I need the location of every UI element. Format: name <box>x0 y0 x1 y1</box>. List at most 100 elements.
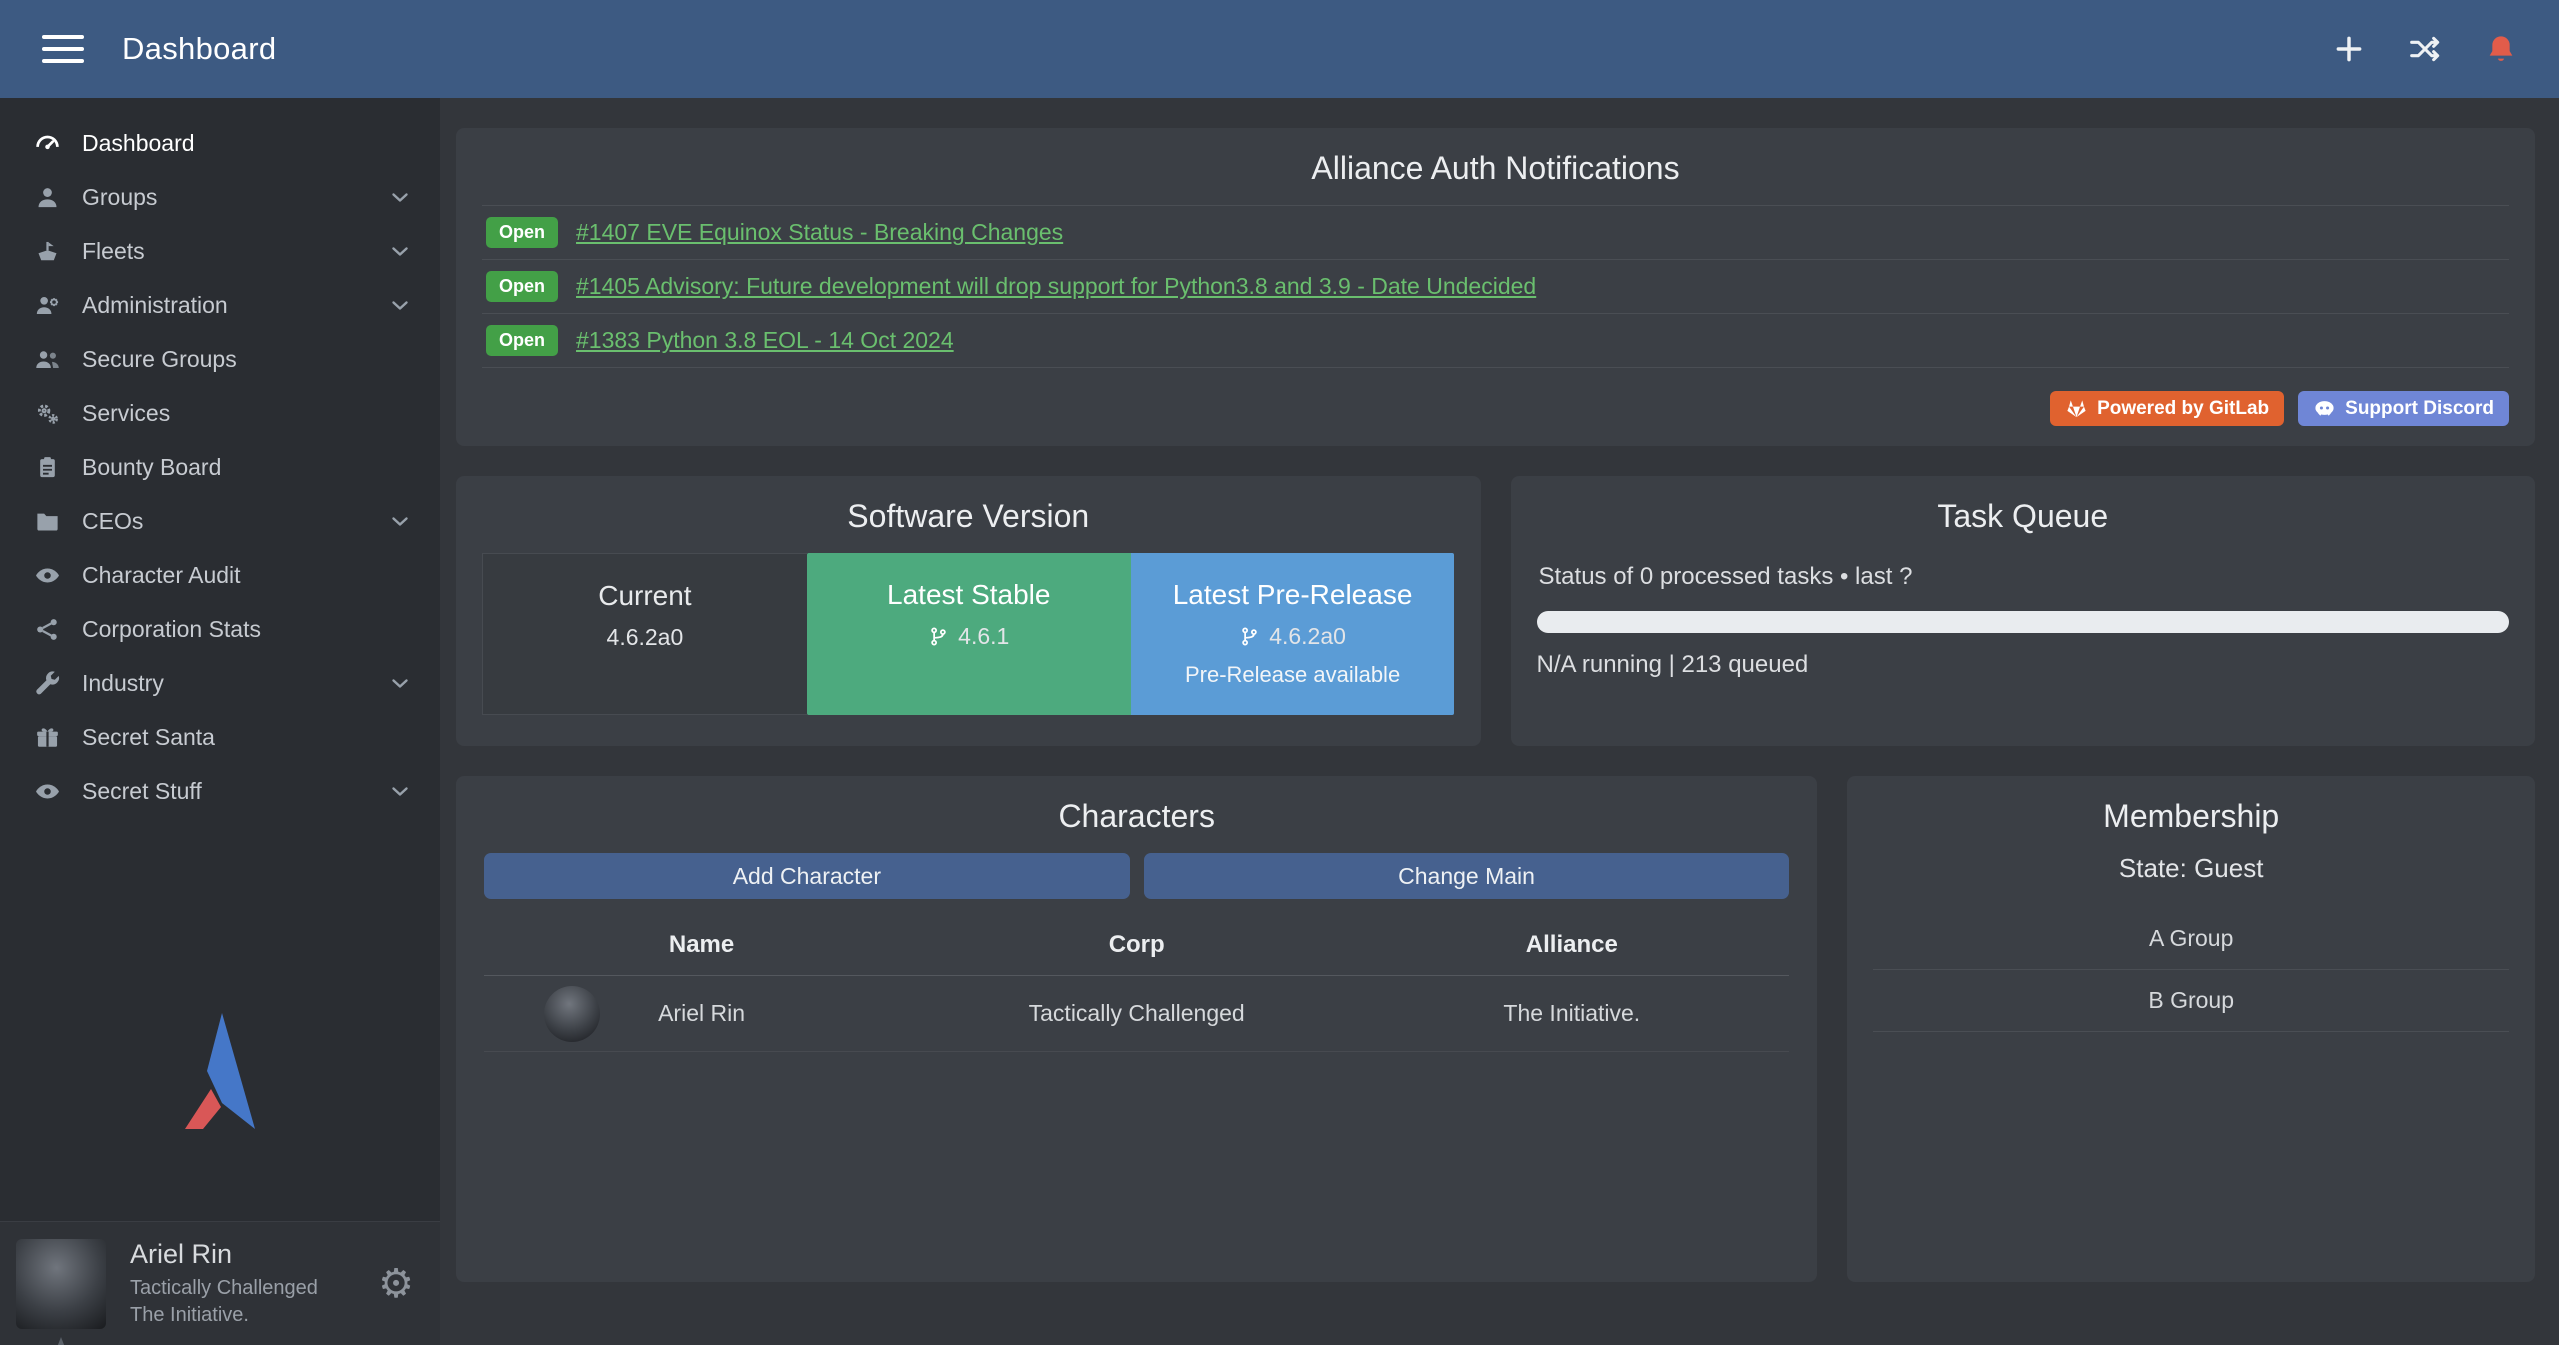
version-current: Current 4.6.2a0 <box>482 553 807 715</box>
character-corp: Tactically Challenged <box>919 1000 1354 1027</box>
sidebar-item-character-audit[interactable]: Character Audit <box>0 548 440 602</box>
eye-icon <box>30 777 64 805</box>
row-software-taskqueue: Software Version Current 4.6.2a0 Latest … <box>456 476 2535 746</box>
user-icon <box>30 183 64 211</box>
user-name: Ariel Rin <box>130 1239 318 1270</box>
sidebar-item-label: Bounty Board <box>82 454 221 481</box>
sidebar-item-secret-stuff[interactable]: Secret Stuff <box>0 764 440 818</box>
sidebar-item-label: Corporation Stats <box>82 616 261 643</box>
sidebar-item-label: Dashboard <box>82 130 195 157</box>
sidebar-item-label: Industry <box>82 670 164 697</box>
sidebar-item-industry[interactable]: Industry <box>0 656 440 710</box>
change-main-button[interactable]: Change Main <box>1144 853 1790 899</box>
users-gear-icon <box>30 291 64 319</box>
status-badge: Open <box>486 217 558 248</box>
character-alliance: The Initiative. <box>1354 1000 1789 1027</box>
sidebar-item-secret-santa[interactable]: Secret Santa <box>0 710 440 764</box>
sidebar-nav: Dashboard Groups Fleets <box>0 98 440 818</box>
notification-link[interactable]: #1405 Advisory: Future development will … <box>576 273 1536 300</box>
app-root: Dashboard <box>0 0 2559 1345</box>
page-body: Dashboard Groups Fleets <box>0 98 2559 1345</box>
membership-panel: Membership State: Guest A Group B Group <box>1847 776 2535 1282</box>
user-panel: Ariel Rin Tactically Challenged The Init… <box>0 1221 440 1345</box>
sidebar-item-label: CEOs <box>82 508 143 535</box>
sidebar-item-label: Administration <box>82 292 228 319</box>
sidebar-item-bounty-board[interactable]: Bounty Board <box>0 440 440 494</box>
wrench-icon <box>30 669 64 697</box>
plus-icon[interactable] <box>2333 33 2365 65</box>
characters-panel: Characters Add Character Change Main Nam… <box>456 776 1817 1282</box>
alliance-logo <box>0 1009 440 1149</box>
sidebar: Dashboard Groups Fleets <box>0 98 440 1345</box>
shuffle-icon[interactable] <box>2409 33 2441 65</box>
page-title: Dashboard <box>122 31 276 67</box>
sidebar-item-label: Secure Groups <box>82 346 237 373</box>
character-avatar <box>544 986 600 1042</box>
secret-santa-icon <box>30 723 64 751</box>
task-queue-progress-bar <box>1537 611 2510 633</box>
support-discord-badge[interactable]: Support Discord <box>2298 391 2509 426</box>
sidebar-item-administration[interactable]: Administration <box>0 278 440 332</box>
version-label: Current <box>598 580 691 612</box>
status-badge: Open <box>486 271 558 302</box>
git-branch-icon <box>1239 626 1260 647</box>
notification-link[interactable]: #1383 Python 3.8 EOL - 14 Oct 2024 <box>576 327 954 354</box>
powered-by-gitlab-badge[interactable]: Powered by GitLab <box>2050 391 2284 426</box>
navbar-actions <box>2333 33 2517 65</box>
gitlab-fox-icon <box>2065 397 2088 420</box>
add-character-button[interactable]: Add Character <box>484 853 1130 899</box>
sidebar-item-label: Groups <box>82 184 157 211</box>
characters-table-header: Name Corp Alliance <box>484 927 1789 976</box>
sidebar-item-label: Services <box>82 400 170 427</box>
version-note: Pre-Release available <box>1185 662 1400 688</box>
ship-icon <box>30 237 64 265</box>
discord-logo-icon <box>2313 397 2336 420</box>
folder-icon <box>30 507 64 535</box>
version-number: 4.6.2a0 <box>607 624 684 651</box>
software-version-panel: Software Version Current 4.6.2a0 Latest … <box>456 476 1481 746</box>
notification-row: Open #1405 Advisory: Future development … <box>482 259 2509 313</box>
hamburger-menu-icon[interactable] <box>42 35 84 63</box>
version-label: Latest Stable <box>887 579 1050 611</box>
git-branch-icon <box>928 626 949 647</box>
user-corp: Tactically Challenged <box>130 1275 318 1302</box>
notifications-panel: Alliance Auth Notifications Open #1407 E… <box>456 128 2535 446</box>
users-icon <box>30 345 64 373</box>
notification-row: Open #1383 Python 3.8 EOL - 14 Oct 2024 <box>482 313 2509 368</box>
sidebar-item-label: Secret Stuff <box>82 778 202 805</box>
badge-label: Powered by GitLab <box>2097 398 2269 420</box>
list-item: A Group <box>1873 908 2509 970</box>
sidebar-item-corporation-stats[interactable]: Corporation Stats <box>0 602 440 656</box>
column-header-alliance: Alliance <box>1354 931 1789 959</box>
version-columns: Current 4.6.2a0 Latest Stable 4.6.1 Late… <box>482 553 1455 715</box>
version-label: Latest Pre-Release <box>1173 579 1413 611</box>
software-version-title: Software Version <box>482 498 1455 535</box>
bell-icon[interactable] <box>2485 33 2517 65</box>
footer-badges: Powered by GitLab Support Discord <box>2050 391 2509 426</box>
sidebar-item-services[interactable]: Services <box>0 386 440 440</box>
version-number: 4.6.1 <box>958 623 1009 650</box>
chevron-down-icon <box>388 779 412 803</box>
status-badge: Open <box>486 325 558 356</box>
characters-title: Characters <box>482 798 1791 835</box>
column-header-name: Name <box>484 931 919 959</box>
sidebar-item-fleets[interactable]: Fleets <box>0 224 440 278</box>
row-characters-membership: Characters Add Character Change Main Nam… <box>456 776 2535 1282</box>
sidebar-item-dashboard[interactable]: Dashboard <box>0 116 440 170</box>
task-queue-status: Status of 0 processed tasks • last ? <box>1539 563 2508 591</box>
character-buttons: Add Character Change Main <box>484 853 1789 899</box>
sidebar-item-secure-groups[interactable]: Secure Groups <box>0 332 440 386</box>
sidebar-item-ceos[interactable]: CEOs <box>0 494 440 548</box>
gauge-icon <box>30 129 64 157</box>
bounty-board-icon <box>30 453 64 481</box>
version-number: 4.6.2a0 <box>1269 623 1346 650</box>
membership-title: Membership <box>1873 798 2509 835</box>
top-navbar: Dashboard <box>0 0 2559 98</box>
main-content: Alliance Auth Notifications Open #1407 E… <box>440 98 2559 1345</box>
notification-link[interactable]: #1407 EVE Equinox Status - Breaking Chan… <box>576 219 1063 246</box>
list-item: B Group <box>1873 970 2509 1032</box>
sidebar-item-groups[interactable]: Groups <box>0 170 440 224</box>
gear-icon[interactable]: ⚙ <box>378 1264 414 1304</box>
task-queue-counts: N/A running | 213 queued <box>1537 651 2510 679</box>
notification-row: Open #1407 EVE Equinox Status - Breaking… <box>482 205 2509 259</box>
